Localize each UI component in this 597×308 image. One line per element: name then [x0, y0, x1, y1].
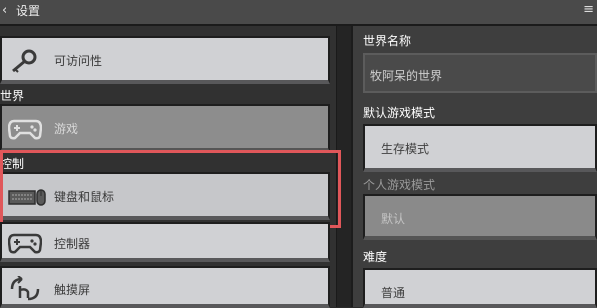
key-icon [12, 49, 37, 73]
difficulty-label: 难度 [363, 250, 388, 264]
game-label: 游戏 [54, 122, 79, 136]
touchscreen-label: 触摸屏 [54, 283, 91, 297]
touchscreen-button[interactable]: 触摸屏 [0, 266, 330, 308]
world-name-input[interactable]: 牧阿呆的世界 [363, 53, 597, 93]
accessibility-button[interactable]: 可访问性 [0, 36, 330, 84]
page-title: 设置 [16, 4, 41, 18]
world-name-label: 世界名称 [363, 34, 412, 48]
default-game-mode-label: 默认游戏模式 [363, 106, 436, 120]
touch-gesture-icon [10, 276, 40, 301]
default-game-mode-dropdown[interactable]: 生存模式 [363, 124, 597, 172]
keyboard-mouse-icon [8, 189, 46, 206]
left-scrollbar[interactable] [336, 26, 351, 307]
world-section-label: 世界 [0, 89, 25, 103]
default-game-mode-value: 生存模式 [381, 142, 430, 156]
difficulty-dropdown[interactable]: 普通 [363, 268, 597, 308]
chevron-left-icon[interactable]: ‹ [2, 3, 7, 19]
world-name-value: 牧阿呆的世界 [370, 69, 443, 83]
controls-section-label: 控制 [0, 157, 25, 171]
difficulty-value: 普通 [381, 286, 406, 300]
game-button[interactable]: 游戏 [0, 104, 330, 152]
personal-game-mode-dropdown[interactable]: 默认 [363, 194, 597, 240]
keyboard-mouse-button[interactable]: 键盘和鼠标 [0, 172, 330, 220]
keyboard-mouse-label: 键盘和鼠标 [54, 190, 115, 204]
controller-label: 控制器 [54, 237, 91, 251]
personal-game-mode-value: 默认 [381, 212, 406, 226]
personal-game-mode-label: 个人游戏模式 [363, 178, 436, 192]
gamepad-icon [8, 233, 42, 254]
menu-icon[interactable]: ≡ [583, 2, 594, 18]
accessibility-label: 可访问性 [54, 54, 103, 68]
gamepad-icon [8, 119, 42, 140]
top-bar: ‹ 设置 ≡ [0, 0, 597, 26]
controller-button[interactable]: 控制器 [0, 222, 330, 262]
